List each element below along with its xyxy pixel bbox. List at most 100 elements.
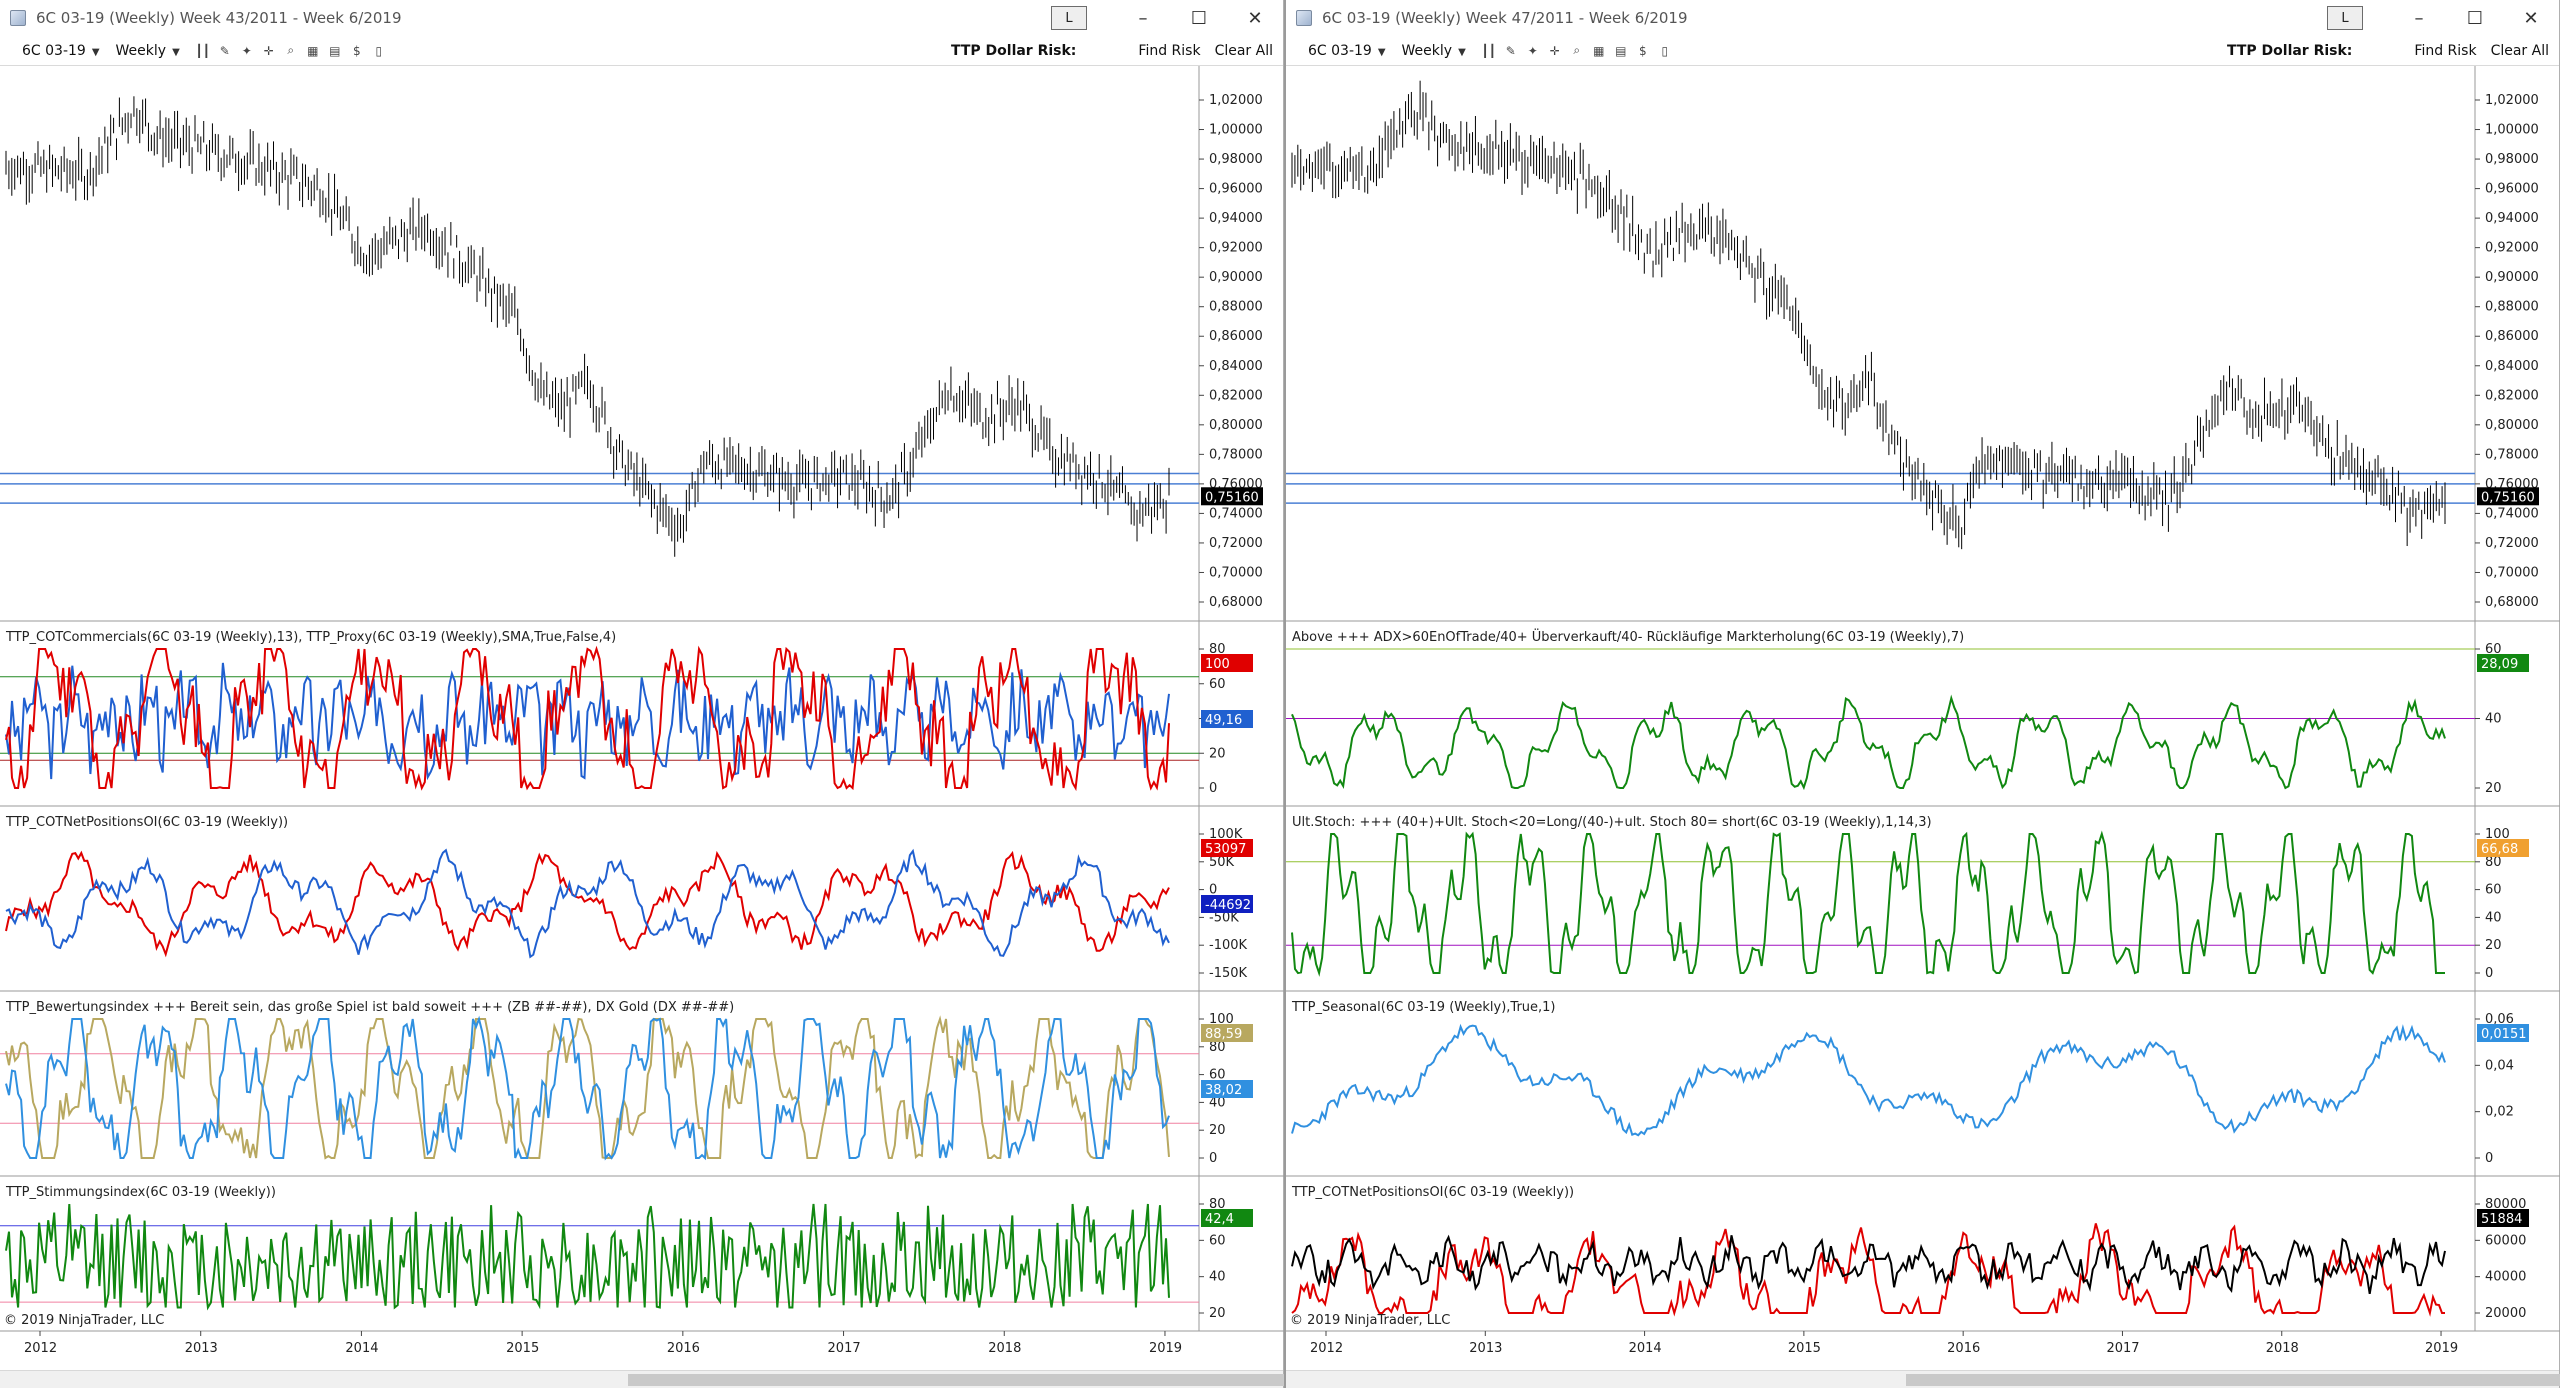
year-label: 2015 bbox=[506, 1341, 539, 1356]
price-tick-label: 0,78000 bbox=[2485, 447, 2539, 462]
indicator-series-line bbox=[1291, 1234, 2446, 1294]
chevron-down-icon: ▼ bbox=[91, 46, 100, 58]
year-label: 2015 bbox=[1788, 1341, 1821, 1356]
price-tag-label: 0,75160 bbox=[1205, 490, 1259, 505]
indicator-value-label: 49,16 bbox=[1205, 713, 1242, 728]
title-bar[interactable]: 6C 03-19 (Weekly) Week 43/2011 - Week 6/… bbox=[0, 0, 1283, 36]
dollar-icon[interactable]: $ bbox=[1635, 43, 1651, 59]
title-bar[interactable]: 6C 03-19 (Weekly) Week 47/2011 - Week 6/… bbox=[1286, 0, 2559, 36]
year-label: 2016 bbox=[1947, 1341, 1980, 1356]
indicator-label: TTP_Bewertungsindex +++ Bereit sein, das… bbox=[5, 1000, 734, 1015]
scrollbar-thumb[interactable] bbox=[628, 1374, 1284, 1386]
link-button[interactable]: L bbox=[2327, 6, 2363, 30]
price-tick-label: 0,90000 bbox=[1209, 270, 1263, 285]
templates-icon[interactable]: ▦ bbox=[1591, 43, 1607, 59]
close-button[interactable]: ✕ bbox=[2503, 0, 2559, 36]
year-label: 2018 bbox=[988, 1341, 1021, 1356]
maximize-button[interactable]: ☐ bbox=[2447, 0, 2503, 36]
price-tick-label: 0,68000 bbox=[2485, 595, 2539, 610]
chart-area[interactable]: 1,02000 1,00000 0,98000 0,96000 0,94000 0,920… bbox=[0, 66, 1284, 1370]
price-tick-label: 0,92000 bbox=[2485, 241, 2539, 256]
magic-wand-icon[interactable]: ✦ bbox=[1525, 43, 1541, 59]
price-tick-label: 0,74000 bbox=[2485, 506, 2539, 521]
maximize-button[interactable]: ☐ bbox=[1171, 0, 1227, 36]
panel-icon[interactable]: ▯ bbox=[1657, 43, 1673, 59]
indicator-tick-label: 20 bbox=[1209, 1306, 1226, 1321]
clear-all-button[interactable]: Clear All bbox=[2491, 43, 2549, 59]
indicator-value-label: 42,4 bbox=[1205, 1212, 1234, 1227]
window-title: 6C 03-19 (Weekly) Week 43/2011 - Week 6/… bbox=[36, 9, 402, 27]
indicator-series-line bbox=[5, 1015, 1170, 1161]
indicator-tick-label: 60 bbox=[2485, 883, 2502, 898]
year-label: 2018 bbox=[2266, 1341, 2299, 1356]
find-risk-button[interactable]: Find Risk bbox=[2414, 43, 2476, 59]
chart-window-right: 6C 03-19 (Weekly) Week 47/2011 - Week 6/… bbox=[1286, 0, 2560, 1388]
dollar-icon[interactable]: $ bbox=[349, 43, 365, 59]
magic-wand-icon[interactable]: ✦ bbox=[239, 43, 255, 59]
app-chart-icon bbox=[10, 10, 26, 26]
properties-icon[interactable]: ▤ bbox=[1613, 43, 1629, 59]
find-risk-button[interactable]: Find Risk bbox=[1138, 43, 1200, 59]
indicator-series-line bbox=[1291, 694, 2446, 791]
indicator-tick-label: -150K bbox=[1209, 966, 1248, 981]
indicator-value-label: 0,0151 bbox=[2481, 1027, 2527, 1042]
minimize-button[interactable]: – bbox=[1115, 0, 1171, 36]
minimize-button[interactable]: – bbox=[2391, 0, 2447, 36]
clear-all-button[interactable]: Clear All bbox=[1215, 43, 1273, 59]
copyright-text: © 2019 NinjaTrader, LLC bbox=[1290, 1313, 1450, 1328]
price-tick-label: 1,02000 bbox=[1209, 93, 1263, 108]
price-tick-label: 0,84000 bbox=[2485, 359, 2539, 374]
indicator-label: Above +++ ADX>60EnOfTrade/40+ Überverkau… bbox=[1292, 628, 1964, 645]
indicator-value-label: 88,59 bbox=[1205, 1027, 1242, 1042]
indicator-value-label: 51884 bbox=[2481, 1212, 2522, 1227]
indicator-series-line bbox=[5, 1203, 1170, 1311]
price-tick-label: 1,02000 bbox=[2485, 93, 2539, 108]
chart-area[interactable]: 1,02000 1,00000 0,98000 0,96000 0,94000 0,920… bbox=[1286, 66, 2560, 1370]
indicator-series-line bbox=[5, 850, 1170, 958]
price-tick-label: 0,94000 bbox=[2485, 211, 2539, 226]
indicator-value-label: 38,02 bbox=[1205, 1083, 1242, 1098]
indicator-label: TTP_Stimmungsindex(6C 03-19 (Weekly)) bbox=[5, 1185, 276, 1200]
crosshair-icon[interactable]: ✛ bbox=[1547, 43, 1563, 59]
year-label: 2017 bbox=[2106, 1341, 2139, 1356]
pencil-icon[interactable]: ✎ bbox=[217, 43, 233, 59]
year-label: 2013 bbox=[185, 1341, 218, 1356]
pencil-icon[interactable]: ✎ bbox=[1503, 43, 1519, 59]
indicator-tick-label: 60 bbox=[1209, 1233, 1226, 1248]
year-label: 2019 bbox=[2425, 1341, 2458, 1356]
price-tick-label: 0,80000 bbox=[1209, 418, 1263, 433]
panel-icon[interactable]: ▯ bbox=[371, 43, 387, 59]
indicator-tick-label: 20 bbox=[1209, 1123, 1226, 1138]
price-tick-label: 0,92000 bbox=[1209, 241, 1263, 256]
copyright-text: © 2019 NinjaTrader, LLC bbox=[4, 1313, 164, 1328]
horizontal-scrollbar[interactable] bbox=[1286, 1370, 2560, 1388]
properties-icon[interactable]: ▤ bbox=[327, 43, 343, 59]
price-bars bbox=[5, 96, 1170, 557]
interval-selector[interactable]: Weekly ▼ bbox=[116, 43, 180, 59]
horizontal-scrollbar[interactable] bbox=[0, 1370, 1284, 1388]
bars-icon[interactable]: ┃┃ bbox=[1481, 43, 1497, 59]
link-button[interactable]: L bbox=[1051, 6, 1087, 30]
indicator-tick-label: 50K bbox=[1209, 855, 1235, 870]
price-tick-label: 0,82000 bbox=[2485, 388, 2539, 403]
indicator-tick-label: 40000 bbox=[2485, 1270, 2526, 1285]
instrument-selector[interactable]: 6C 03-19 ▼ bbox=[22, 43, 100, 59]
bars-icon[interactable]: ┃┃ bbox=[195, 43, 211, 59]
price-tick-label: 0,74000 bbox=[1209, 506, 1263, 521]
instrument-selector[interactable]: 6C 03-19 ▼ bbox=[1308, 43, 1386, 59]
crosshair-icon[interactable]: ✛ bbox=[261, 43, 277, 59]
price-tick-label: 0,96000 bbox=[2485, 182, 2539, 197]
indicator-tick-label: 0 bbox=[2485, 966, 2493, 981]
interval-selector[interactable]: Weekly ▼ bbox=[1402, 43, 1466, 59]
year-label: 2019 bbox=[1149, 1341, 1182, 1356]
scrollbar-thumb[interactable] bbox=[1906, 1374, 2560, 1386]
zoom-icon[interactable]: ⌕ bbox=[283, 43, 299, 59]
indicator-tick-label: 60000 bbox=[2485, 1233, 2526, 1248]
year-label: 2016 bbox=[667, 1341, 700, 1356]
price-tick-label: 0,78000 bbox=[1209, 447, 1263, 462]
close-button[interactable]: ✕ bbox=[1227, 0, 1283, 36]
instrument-label: 6C 03-19 bbox=[1308, 42, 1372, 59]
zoom-icon[interactable]: ⌕ bbox=[1569, 43, 1585, 59]
indicator-tick-label: 0,02 bbox=[2485, 1105, 2514, 1120]
templates-icon[interactable]: ▦ bbox=[305, 43, 321, 59]
